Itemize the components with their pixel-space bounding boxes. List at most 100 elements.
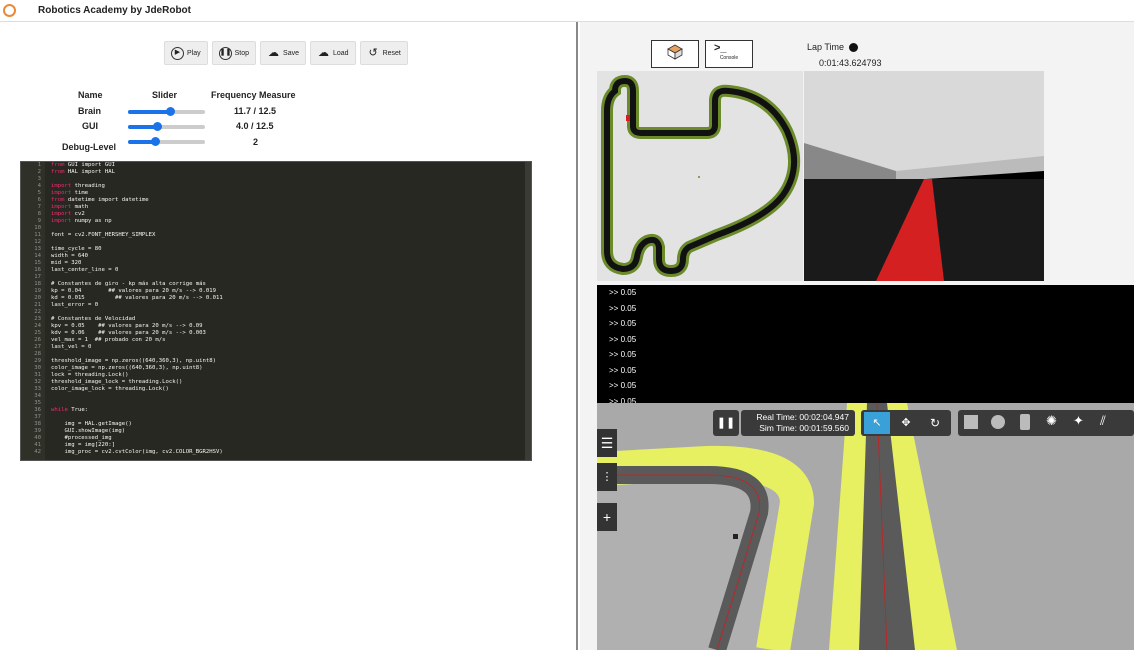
code-text: from GUI import GUI	[51, 162, 116, 168]
gazebo-3d-view[interactable]: ☰ ⋮ + ❚❚ Real Time: 00:02:04.947 Sim Tim…	[597, 403, 1134, 650]
translate-icon[interactable]: ✥	[893, 412, 919, 434]
line-number: 31	[34, 372, 41, 378]
time-display: Real Time: 00:02:04.947 Sim Time: 00:01:…	[741, 410, 855, 436]
line-number: 1	[37, 162, 41, 168]
code-text: import threading	[51, 183, 105, 189]
console-line: >> 0.05	[609, 381, 637, 390]
save-button[interactable]: ☁ Save	[260, 41, 306, 65]
cylinder-icon[interactable]	[1020, 414, 1030, 430]
gui-label: GUI	[82, 121, 99, 131]
editor-scrollbar[interactable]	[525, 162, 531, 460]
code-text: font = cv2.FONT_HERSHEY_SIMPLEX	[51, 232, 156, 238]
code-text: import numpy as np	[51, 218, 112, 224]
directional-light-icon[interactable]: ⫽	[1100, 413, 1106, 429]
line-number: 18	[34, 281, 41, 287]
line-number: 41	[34, 442, 41, 448]
code-text: kpv = 0.05 ## valores para 20 m/s --> 0.…	[51, 323, 203, 329]
line-number: 20	[34, 295, 41, 301]
gazebo-button[interactable]	[651, 40, 699, 68]
load-label: Load	[333, 49, 349, 57]
box-icon[interactable]	[964, 415, 978, 429]
line-number: 9	[37, 218, 41, 224]
car-camera-view	[804, 71, 1044, 281]
line-number: 5	[37, 190, 41, 196]
code-text: time_cycle = 80	[51, 246, 102, 252]
cloud-download-icon: ☁	[318, 46, 329, 59]
code-text: while True:	[51, 407, 89, 413]
map-dot	[698, 176, 700, 178]
select-icon[interactable]: ↖	[864, 412, 890, 434]
code-text: kd = 0.015 ## valores para 20 m/s --> 0.…	[51, 295, 223, 301]
line-number: 10	[34, 225, 41, 231]
line-number: 11	[34, 232, 41, 238]
debug-slider-knob[interactable]	[150, 137, 160, 146]
code-text: import math	[51, 204, 89, 210]
console-line: >> 0.05	[609, 334, 637, 344]
real-time: Real Time: 00:02:04.947	[756, 412, 849, 422]
col-name-header: Name	[78, 90, 103, 100]
col-slider-header: Slider	[152, 90, 178, 100]
menu-icon[interactable]: ☰	[597, 429, 617, 457]
browser-tab-bar: Robotics Academy by JdeRobot	[0, 0, 1134, 22]
line-number: 26	[34, 337, 41, 343]
spot-light-icon[interactable]: ✦	[1073, 413, 1084, 429]
code-text: width = 640	[51, 253, 89, 259]
gui-slider[interactable]	[128, 122, 205, 131]
code-text: img = img[220:]	[51, 442, 115, 448]
code-editor[interactable]: 1 from GUI import GUI 2 from HAL import HAL…	[20, 161, 532, 461]
line-number: 33	[34, 386, 41, 392]
code-text: mid = 320	[51, 260, 82, 266]
pause-icon: ❚❚	[218, 46, 232, 60]
lap-time: Lap Time 0:01:43.624793	[807, 42, 882, 68]
tree-icon[interactable]: ⋮	[597, 463, 617, 491]
stopwatch-icon	[848, 43, 858, 53]
sphere-icon[interactable]	[991, 415, 1005, 429]
code-text: #processed_img	[51, 435, 112, 441]
console-button-label: Console	[719, 55, 739, 61]
line-number: 34	[34, 393, 41, 399]
reset-button[interactable]: ↺ Reset	[359, 41, 408, 65]
line-number: 40	[34, 435, 41, 441]
line-number: 37	[34, 414, 41, 420]
code-text: lock = threading.Lock()	[51, 372, 129, 378]
line-number: 19	[34, 288, 41, 294]
point-light-icon[interactable]: ✺	[1046, 413, 1057, 429]
code-text: kdv = 0.06 ## valores para 20 m/s --> 0.…	[51, 330, 206, 336]
debug-level-slider[interactable]	[128, 137, 205, 146]
code-text: kp = 0.04 ## valores para 20 m/s --> 0.0…	[51, 288, 217, 294]
line-number: 32	[34, 379, 41, 385]
console-line: >> 0.05	[609, 365, 637, 375]
console-output: >> 0.05 >> 0.05 >> 0.05 >> 0.05 >> 0.05 >> 0.…	[597, 285, 1134, 410]
line-number: 42	[34, 449, 41, 455]
save-label: Save	[283, 49, 299, 57]
line-number: 35	[34, 400, 41, 406]
console-line: >> 0.05	[609, 350, 637, 359]
stop-button[interactable]: ❚❚ Stop	[211, 41, 257, 65]
code-text: img_proc = cv2.cvtColor(img, cv2.COLOR_B…	[51, 449, 223, 455]
gui-slider-knob[interactable]	[153, 122, 163, 131]
line-number: 16	[34, 267, 41, 273]
load-button[interactable]: ☁ Load	[310, 41, 356, 65]
line-number: 2	[37, 169, 41, 175]
line-number: 3	[37, 176, 41, 182]
line-number: 12	[34, 239, 41, 245]
console-button[interactable]: >_ Console	[705, 40, 753, 68]
code-text: color_image = np.zeros((640,360,3), np.u…	[51, 365, 203, 371]
toolbar: ▶ Play ❚❚ Stop ☁ Save ☁ Load ↺ Reset	[164, 41, 408, 65]
app-title: Robotics Academy by JdeRobot	[38, 5, 191, 16]
code-text: threshold_image = np.zeros((640,360,3), …	[51, 358, 217, 364]
car-marker	[626, 115, 630, 121]
play-button[interactable]: ▶ Play	[164, 41, 208, 65]
line-number: 30	[34, 365, 41, 371]
line-number: 17	[34, 274, 41, 280]
code-text: img = HAL.getImage()	[51, 421, 132, 427]
brain-slider-knob[interactable]	[166, 107, 176, 116]
console-line: >> 0.05	[609, 288, 637, 297]
line-number: 14	[34, 253, 41, 259]
pause-sim-button[interactable]: ❚❚	[713, 410, 739, 436]
brain-slider[interactable]	[128, 107, 205, 116]
rotate-icon[interactable]: ↻	[922, 412, 948, 434]
add-icon[interactable]: +	[597, 503, 617, 531]
code-text: import cv2	[51, 211, 85, 217]
play-icon: ▶	[171, 46, 184, 60]
